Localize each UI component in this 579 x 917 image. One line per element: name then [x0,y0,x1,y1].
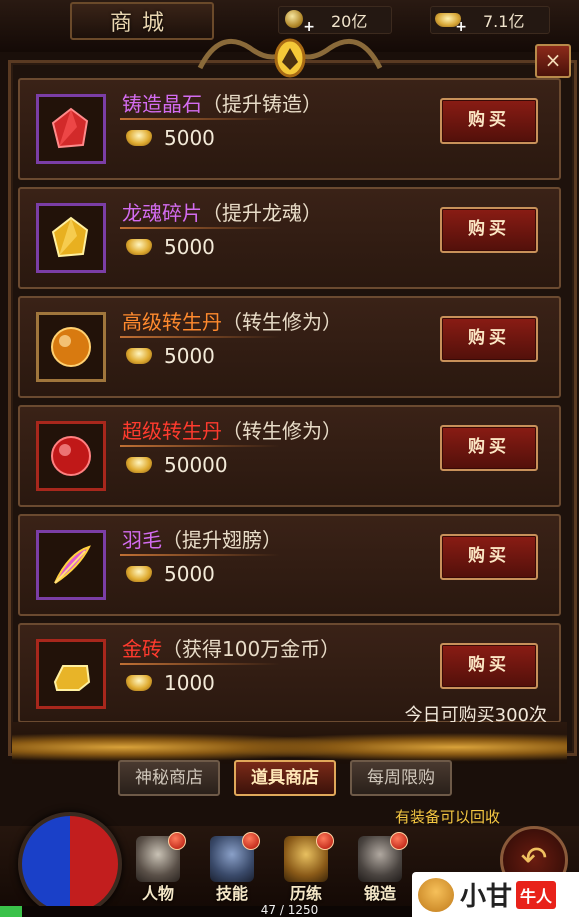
title-underline [120,554,280,556]
notification-dot [242,832,260,850]
item-list: 铸造晶石（提升铸造） 5000 购买 龙魂碎片（提升龙魂） 5000 购买 高级… [18,78,561,730]
notification-dot [168,832,186,850]
item-price: 5000 [126,344,215,368]
tab-item-shop[interactable]: 道具商店 [234,760,336,796]
item-price: 50000 [126,453,228,477]
title-underline [120,663,280,665]
item-price: 5000 [126,562,215,586]
ingot-value: 7.1亿 [483,12,525,31]
page-title: 商城 [109,11,174,36]
item-title: 金砖（获得100万金币） [122,637,341,661]
buy-button[interactable]: 购买 [440,98,538,144]
nav-skills[interactable]: 技能 [200,832,264,908]
list-item: 铸造晶石（提升铸造） 5000 购买 [18,78,561,180]
title-underline [120,336,280,338]
close-button[interactable]: × [535,44,571,78]
list-item: 龙魂碎片（提升龙魂） 5000 购买 [18,187,561,289]
currency-ingot[interactable]: + 7.1亿 [430,6,550,35]
gold-ingot-icon [126,239,152,255]
notification-dot [316,832,334,850]
nav-training[interactable]: 历练 [274,832,338,908]
list-item: 超级转生丹（转生修为） 50000 购买 [18,405,561,507]
item-title: 高级转生丹（转生修为） [122,310,342,334]
watermark: 小甘 牛人 [412,872,579,917]
gold-ingot-plus-icon[interactable]: + [435,9,467,35]
item-price: 5000 [126,126,215,150]
item-price: 1000 [126,671,215,695]
gold-ingot-icon [126,675,152,691]
buy-button[interactable]: 购买 [440,207,538,253]
list-item: 金砖（获得100万金币） 1000 购买 今日可购买300次 [18,623,561,726]
gold-brick-icon [36,639,106,709]
gold-crystal-icon [36,203,106,273]
buy-button[interactable]: 购买 [440,534,538,580]
nav-forge[interactable]: 锻造 [348,832,412,908]
shop-tabs: 神秘商店 道具商店 每周限购 [118,760,452,796]
item-title: 羽毛（提升翅膀） [122,528,282,552]
yin-yang-orb-icon[interactable] [18,812,122,916]
tab-mystery-shop[interactable]: 神秘商店 [118,760,220,796]
buy-button[interactable]: 购买 [440,425,538,471]
gold-ingot-icon [126,457,152,473]
item-title: 龙魂碎片（提升龙魂） [122,201,322,225]
item-title: 铸造晶石（提升铸造） [122,92,322,116]
title-underline [120,445,280,447]
buy-button[interactable]: 购买 [440,643,538,689]
list-item: 高级转生丹（转生修为） 5000 购买 [18,296,561,398]
buy-button[interactable]: 购买 [440,316,538,362]
dragon-crest-icon [197,38,383,78]
recycle-tip: 有装备可以回收 [395,808,501,826]
list-item: 羽毛（提升翅膀） 5000 购买 [18,514,561,616]
notification-dot [390,832,408,850]
red-crystal-icon [36,94,106,164]
feather-icon [36,530,106,600]
bottom-nav: 人物 技能 历练 锻造 [126,832,412,908]
tab-weekly-limit[interactable]: 每周限购 [350,760,452,796]
title-underline [120,227,280,229]
title-underline [120,118,280,120]
item-title: 超级转生丹（转生修为） [122,419,342,443]
gold-ingot-icon [126,130,152,146]
gold-pile-decoration [12,722,567,764]
item-price: 5000 [126,235,215,259]
gold-ingot-icon [126,348,152,364]
watermark-cat-icon [418,877,454,912]
gold-ingot-icon [126,566,152,582]
red-pill-icon [36,421,106,491]
orange-pill-icon [36,312,106,382]
nav-character[interactable]: 人物 [126,832,190,908]
